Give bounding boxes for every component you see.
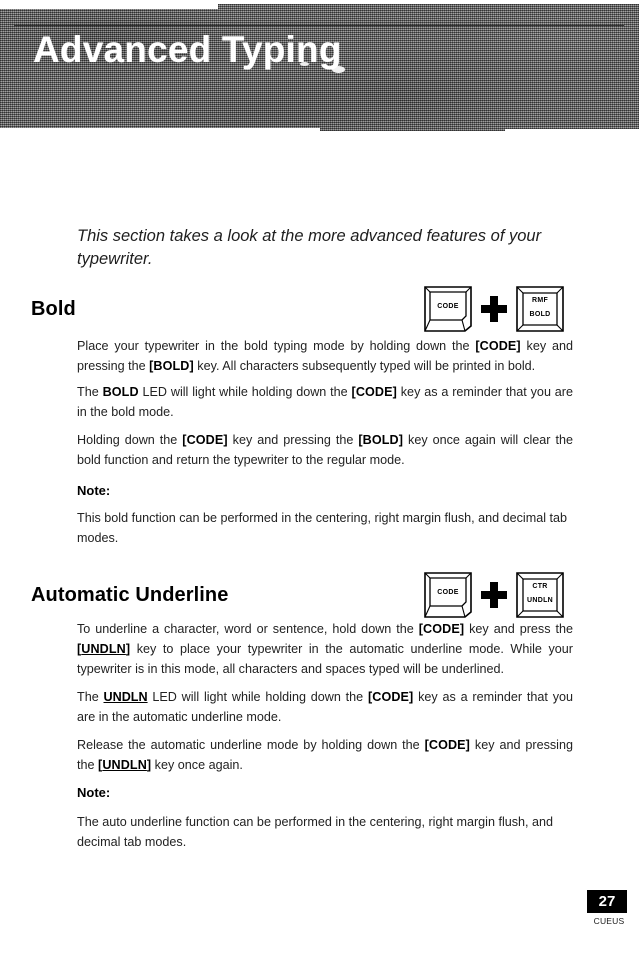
note-label-bold: Note: <box>77 483 111 498</box>
plus-icon <box>481 296 507 322</box>
paragraph-underline-1: To underline a character, word or senten… <box>77 622 573 676</box>
banner-bottom-edge <box>0 128 320 131</box>
note-label-underline: Note: <box>77 785 111 800</box>
keycap-ctr-label: CTR <box>532 583 548 590</box>
keycap-code: CODE <box>424 286 472 332</box>
paragraph-underline-2: The UNDLN LED will light while holding d… <box>77 690 573 724</box>
paragraph-bold-3: Holding down the [CODE] key and pressing… <box>77 433 573 467</box>
keycap-rmf-bold: RMF BOLD <box>516 286 564 332</box>
key-combo-bold: CODE RMF BOLD <box>424 286 564 332</box>
page-number-badge: 27 <box>587 890 627 913</box>
page-title: Advanced Typing <box>33 29 342 70</box>
keycap-ctr-undln: CTR UNDLN <box>516 572 564 618</box>
note-text-bold: This bold function can be performed in t… <box>77 511 568 545</box>
section-heading-bold: Bold <box>31 298 76 320</box>
paragraph-underline-3: Release the automatic underline mode by … <box>77 738 573 772</box>
keycap-rmf-label: RMF <box>531 297 549 304</box>
paragraph-bold-2: The BOLD LED will light while holding do… <box>77 385 574 419</box>
note-text-underline: The auto underline function can be perfo… <box>77 815 554 849</box>
keycap-undln-label: UNDLN <box>527 597 553 604</box>
banner-horizontal-rule <box>14 25 624 26</box>
page-header-banner: Advanced Typing <box>0 4 639 131</box>
key-combo-underline: CODE CTR UNDLN <box>424 572 564 618</box>
keycap-code-label: CODE <box>437 303 459 310</box>
paragraph-bold-1: Place your typewriter in the bold typing… <box>77 339 573 373</box>
footer-imprint: CUEUS <box>593 916 625 926</box>
keycap-bold-label: BOLD <box>529 311 551 318</box>
plus-icon <box>481 582 507 608</box>
keycap-code: CODE <box>424 572 472 618</box>
section-heading-automatic-underline: Automatic Underline <box>31 584 229 606</box>
keycap-code-label: CODE <box>437 589 459 596</box>
banner-top-notch <box>0 4 218 9</box>
intro-paragraph: This section takes a look at the more ad… <box>77 227 542 269</box>
banner-bottom-edge <box>505 129 639 131</box>
